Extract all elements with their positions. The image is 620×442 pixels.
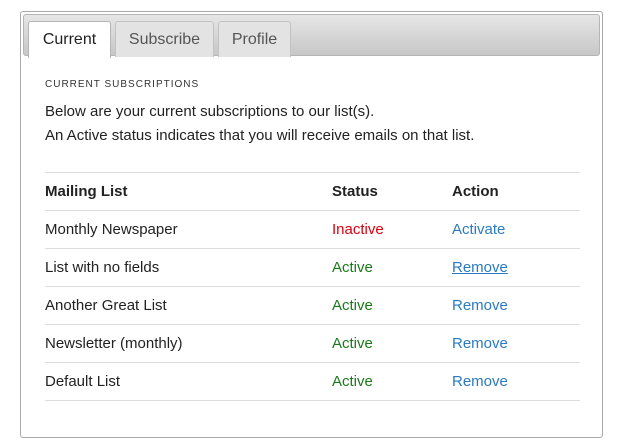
section-title: CURRENT SUBSCRIPTIONS	[45, 79, 200, 90]
list-name: Newsletter (monthly)	[45, 324, 332, 363]
description-line-1: Below are your current subscriptions to …	[45, 103, 375, 120]
status-badge: Active	[332, 286, 452, 325]
header-mailing-list: Mailing List	[45, 172, 332, 211]
tab-content: CURRENT SUBSCRIPTIONS Below are your cur…	[45, 78, 582, 401]
list-name: List with no fields	[45, 248, 332, 287]
remove-link[interactable]: Remove	[452, 297, 508, 314]
remove-link[interactable]: Remove	[452, 259, 508, 276]
subscriptions-panel: Current Subscribe Profile CURRENT SUBSCR…	[20, 11, 603, 438]
tab-subscribe[interactable]: Subscribe	[115, 21, 214, 57]
table-header-row: Mailing List Status Action	[45, 172, 580, 211]
description-line-2: An Active status indicates that you will…	[45, 127, 475, 144]
status-badge: Inactive	[332, 210, 452, 249]
header-action: Action	[452, 172, 580, 211]
status-badge: Active	[332, 362, 452, 401]
remove-link[interactable]: Remove	[452, 335, 508, 352]
tab-bar: Current Subscribe Profile	[23, 14, 600, 58]
header-status: Status	[332, 172, 452, 211]
table-row: List with no fields Active Remove	[45, 248, 580, 287]
activate-link[interactable]: Activate	[452, 221, 505, 238]
list-name: Another Great List	[45, 286, 332, 325]
status-badge: Active	[332, 324, 452, 363]
tab-current[interactable]: Current	[28, 21, 111, 58]
tab-profile[interactable]: Profile	[218, 21, 291, 57]
remove-link[interactable]: Remove	[452, 373, 508, 390]
list-name: Default List	[45, 362, 332, 401]
table-row: Another Great List Active Remove	[45, 286, 580, 325]
table-row: Default List Active Remove	[45, 362, 580, 401]
description: Below are your current subscriptions to …	[45, 100, 582, 148]
table-row: Newsletter (monthly) Active Remove	[45, 324, 580, 363]
status-badge: Active	[332, 248, 452, 287]
list-name: Monthly Newspaper	[45, 210, 332, 249]
subscriptions-table: Mailing List Status Action Monthly Newsp…	[45, 172, 580, 401]
table-row: Monthly Newspaper Inactive Activate	[45, 210, 580, 249]
